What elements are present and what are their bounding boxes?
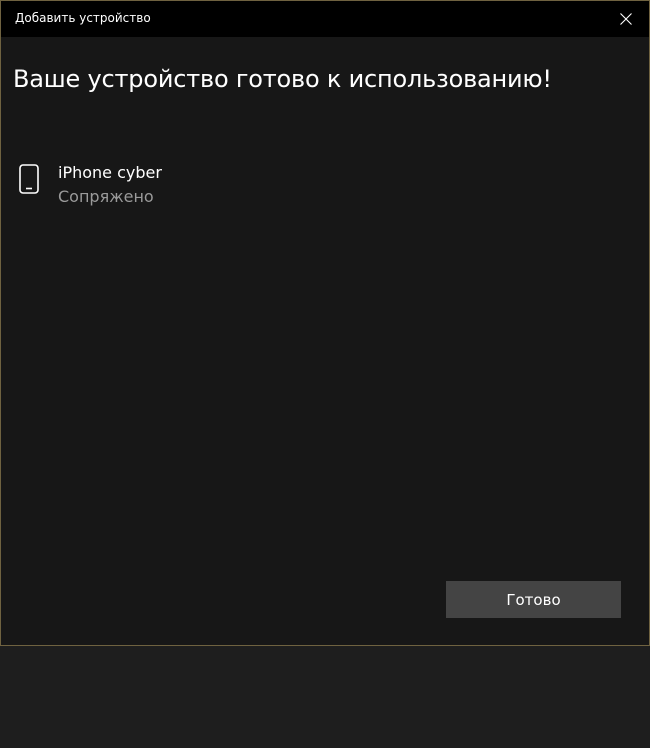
close-icon xyxy=(620,13,632,25)
close-button[interactable] xyxy=(603,1,649,37)
done-button[interactable]: Готово xyxy=(446,581,621,618)
device-status: Сопряжено xyxy=(58,187,154,206)
add-device-dialog: Добавить устройство Ваше устройство гото… xyxy=(0,0,650,646)
window-title: Добавить устройство xyxy=(15,11,151,25)
phone-icon xyxy=(19,164,39,194)
title-bar[interactable]: Добавить устройство xyxy=(1,1,649,37)
device-item: iPhone cyber Сопряжено xyxy=(17,159,317,215)
page-heading: Ваше устройство готово к использованию! xyxy=(13,65,552,93)
device-name: iPhone cyber xyxy=(58,163,162,182)
